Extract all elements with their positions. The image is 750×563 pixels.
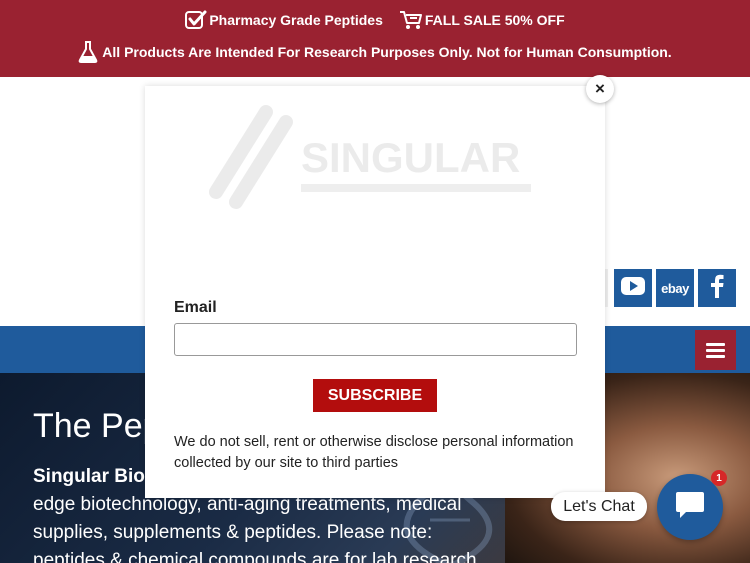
close-modal-button[interactable]: × bbox=[586, 75, 614, 103]
youtube-button[interactable] bbox=[614, 269, 652, 307]
hamburger-menu-icon bbox=[706, 342, 725, 346]
email-label: Email bbox=[174, 299, 217, 316]
hamburger-menu-button[interactable] bbox=[695, 330, 736, 370]
hero-text-line: supplies, supplements & peptides. Please… bbox=[33, 522, 433, 543]
ebay-icon: ebay bbox=[661, 280, 689, 296]
hero-title: The Pep bbox=[33, 407, 162, 445]
facebook-icon bbox=[710, 274, 724, 303]
promo-pharmacy-grade: Pharmacy Grade Peptides bbox=[185, 10, 383, 30]
flask-icon bbox=[78, 41, 98, 63]
promo-row: Pharmacy Grade Peptides FALL SALE 50% OF… bbox=[0, 10, 750, 30]
svg-text:SINGULAR: SINGULAR bbox=[301, 134, 520, 181]
promo-fall-sale-text: FALL SALE 50% OFF bbox=[424, 12, 565, 28]
hamburger-line bbox=[706, 348, 725, 352]
ebay-button[interactable]: ebay bbox=[656, 269, 694, 307]
close-icon: × bbox=[595, 79, 605, 98]
chat-label[interactable]: Let's Chat bbox=[551, 492, 647, 521]
hamburger-line bbox=[706, 354, 725, 358]
checkbox-icon bbox=[185, 10, 207, 30]
chat-notification-badge: 1 bbox=[711, 470, 727, 486]
cart-icon bbox=[399, 10, 423, 30]
hero-text-line: peptides & chemical compounds are for la… bbox=[33, 550, 477, 563]
social-links: ebay bbox=[614, 269, 736, 307]
email-field[interactable] bbox=[174, 323, 577, 356]
promo-bar: Pharmacy Grade Peptides FALL SALE 50% OF… bbox=[0, 0, 750, 77]
promo-notice: All Products Are Intended For Research P… bbox=[0, 41, 750, 63]
promo-notice-text: All Products Are Intended For Research P… bbox=[102, 44, 672, 60]
youtube-icon bbox=[621, 276, 645, 300]
privacy-disclaimer: We do not sell, rent or otherwise disclo… bbox=[174, 434, 574, 471]
chat-bubble-icon bbox=[674, 490, 706, 525]
facebook-button[interactable] bbox=[698, 269, 736, 307]
promo-fall-sale[interactable]: FALL SALE 50% OFF bbox=[399, 10, 565, 30]
modal-logo: SINGULAR bbox=[206, 102, 541, 222]
promo-pharmacy-text: Pharmacy Grade Peptides bbox=[209, 12, 383, 28]
hero-subtitle: Singular Biot bbox=[33, 466, 152, 487]
subscribe-button[interactable]: SUBSCRIBE bbox=[313, 379, 437, 412]
